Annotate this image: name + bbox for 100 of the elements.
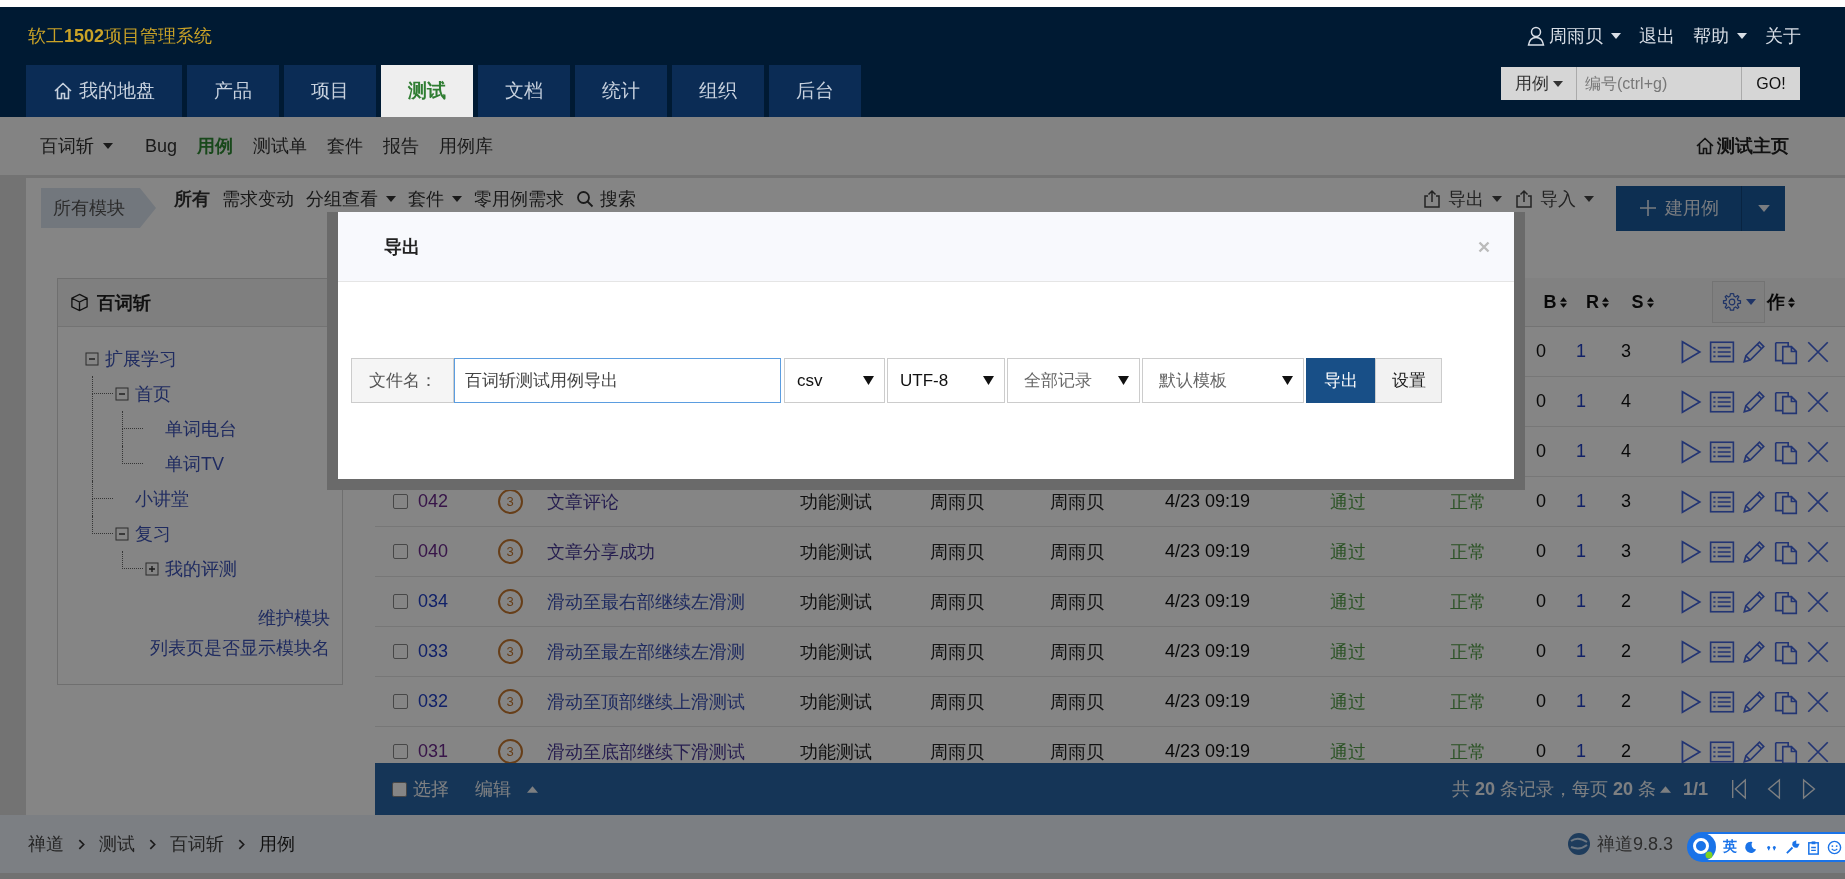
module-link[interactable]: 单词TV [165,451,224,476]
nav-tab[interactable]: 组织 [672,65,764,117]
nav-tab[interactable]: 项目 [284,65,376,117]
breadcrumb-link[interactable]: 禅道 [28,832,64,856]
table-cell: 2 [1621,691,1631,712]
table-cell-text: 4/23 09:19 [1164,691,1251,712]
filter-link[interactable]: 搜索 [576,189,636,209]
select-dropdown[interactable]: 全部记录 [1007,358,1140,403]
case-id-link[interactable]: 032 [418,691,449,712]
input-mode-toggle[interactable]: 英 [1723,838,1737,856]
subnav-link[interactable]: 报告 [383,134,420,158]
case-id-link[interactable]: 031 [418,741,449,762]
table-cell-text: 周雨贝 [1049,640,1104,664]
export-button[interactable]: 导出 [1306,358,1375,403]
filter-link[interactable]: 分组查看 [306,189,396,209]
table-cell: 3 [1621,541,1631,562]
column-header[interactable]: B [1543,291,1567,313]
subnav-link[interactable]: 用例库 [439,134,494,158]
module-link[interactable]: 扩展学习 [105,346,177,371]
case-id-link[interactable]: 040 [418,541,449,562]
table-cell-text: 周雨贝 [929,640,984,664]
module-breadcrumb[interactable]: 所有模块 [41,188,156,228]
breadcrumb-link[interactable]: 测试 [99,832,135,856]
filename-field[interactable]: 百词斩测试用例导出 [454,358,781,403]
case-id-link[interactable]: 042 [418,491,449,512]
table-cell: 0 [1536,691,1546,712]
search-field[interactable]: 编号(ctrl+g) [1577,67,1741,100]
column-header[interactable]: R [1586,291,1609,313]
result-count-link[interactable]: 1 [1576,691,1586,712]
table-cell-text: 通过 [1329,740,1366,763]
panel-link[interactable]: 维护模块 [258,606,330,630]
case-title-link[interactable]: 文章评论 [535,489,619,514]
result-count-link[interactable]: 1 [1576,391,1586,412]
filter-link[interactable]: 套件 [408,189,462,209]
table-cell-text: 正常 [1449,740,1486,763]
filter-link[interactable]: 零用例需求 [474,189,564,209]
table-cell: 0 [1536,441,1546,462]
nav-tab[interactable]: 产品 [187,65,279,117]
header-link[interactable]: 退出 [1639,23,1675,48]
nav-tab[interactable]: 文档 [478,65,570,117]
breadcrumb-link[interactable]: 用例 [259,832,295,856]
table-row[interactable]: 040 3 文章分享成功 功能测试 周雨贝 周雨贝 4/23 09:19 通过 正常 0 1 3 [375,527,1845,577]
subnav-link[interactable]: 套件 [327,134,364,158]
column-header[interactable]: S [1631,291,1654,313]
result-count-link[interactable]: 1 [1576,641,1586,662]
table-cell: 0 [1536,641,1546,662]
export-menu[interactable]: 导出 [1422,189,1502,209]
select-dropdown[interactable]: UTF-8 [887,358,1005,403]
case-title-link[interactable]: 滑动至底部继续下滑测试 [535,739,745,763]
search-type-dropdown[interactable]: 用例 [1501,67,1577,100]
product-switcher[interactable]: 百词斩 [40,134,113,158]
create-case-button[interactable]: 建用例 [1616,185,1741,231]
result-count-link[interactable]: 1 [1576,341,1586,362]
test-home-link[interactable]: 测试主页 [1695,134,1789,158]
module-link[interactable]: 我的评测 [165,556,237,581]
result-count-link[interactable]: 1 [1576,741,1586,762]
select-dropdown[interactable]: csv [784,358,885,403]
user-menu[interactable]: 周雨贝 [1527,23,1621,48]
case-title-link[interactable]: 滑动至最右部继续左滑测 [535,589,745,614]
table-row[interactable]: 033 3 滑动至最左部继续左滑测 功能测试 周雨贝 周雨贝 4/23 09:19 通过 正常 0 1 2 [375,627,1845,677]
nav-tab[interactable]: 测试 [381,65,473,117]
result-count-link[interactable]: 1 [1576,441,1586,462]
header-link[interactable]: 帮助 [1693,23,1747,48]
result-count-link[interactable]: 1 [1576,491,1586,512]
filter-link[interactable]: 需求变动 [222,189,294,209]
module-link[interactable]: 复习 [135,521,171,546]
breadcrumb-link[interactable]: 百词斩 [170,832,224,856]
go-button[interactable]: GO! [1741,67,1800,100]
table-cell-text: 功能测试 [799,740,872,763]
table-cell-text: 周雨贝 [1049,740,1104,763]
case-title-link[interactable]: 滑动至顶部继续上滑测试 [535,689,745,714]
subnav-link[interactable]: 测试单 [253,134,308,158]
select-dropdown[interactable]: 默认模板 [1142,358,1304,403]
column-header[interactable]: 作 [1767,290,1795,314]
nav-tab[interactable]: 统计 [575,65,667,117]
select-all-label[interactable]: 选择 [413,777,449,801]
table-row[interactable]: 032 3 滑动至顶部继续上滑测试 功能测试 周雨贝 周雨贝 4/23 09:19 通过 正常 0 1 2 [375,677,1845,727]
table-cell-text: 4/23 09:19 [1164,641,1251,662]
version-label[interactable]: 禅道9.8.3 [1596,832,1673,856]
result-count-link[interactable]: 1 [1576,541,1586,562]
subnav-link[interactable]: 用例 [197,134,234,158]
case-title-link[interactable]: 文章分享成功 [535,539,655,564]
case-id-link[interactable]: 033 [418,641,449,662]
table-cell: 0 [1536,741,1546,762]
nav-tab[interactable]: 后台 [769,65,861,117]
result-count-link[interactable]: 1 [1576,591,1586,612]
batch-edit-menu[interactable]: 编辑 [475,777,538,801]
module-link[interactable]: 首页 [135,381,171,406]
import-menu[interactable]: 导入 [1514,189,1594,209]
header-link[interactable]: 关于 [1765,23,1801,48]
case-id-link[interactable]: 034 [418,591,449,612]
table-row[interactable]: 034 3 滑动至最右部继续左滑测 功能测试 周雨贝 周雨贝 4/23 09:19 通过 正常 0 1 2 [375,577,1845,627]
panel-link[interactable]: 列表页是否显示模块名 [150,636,330,660]
module-link[interactable]: 单词电台 [165,416,237,441]
settings-button[interactable]: 设置 [1375,358,1442,403]
nav-tab[interactable]: 我的地盘 [26,65,182,117]
module-link[interactable]: 小讲堂 [135,486,189,511]
filter-link[interactable]: 所有 [174,189,210,209]
case-title-link[interactable]: 滑动至最左部继续左滑测 [535,639,745,664]
subnav-link[interactable]: Bug [145,135,178,157]
